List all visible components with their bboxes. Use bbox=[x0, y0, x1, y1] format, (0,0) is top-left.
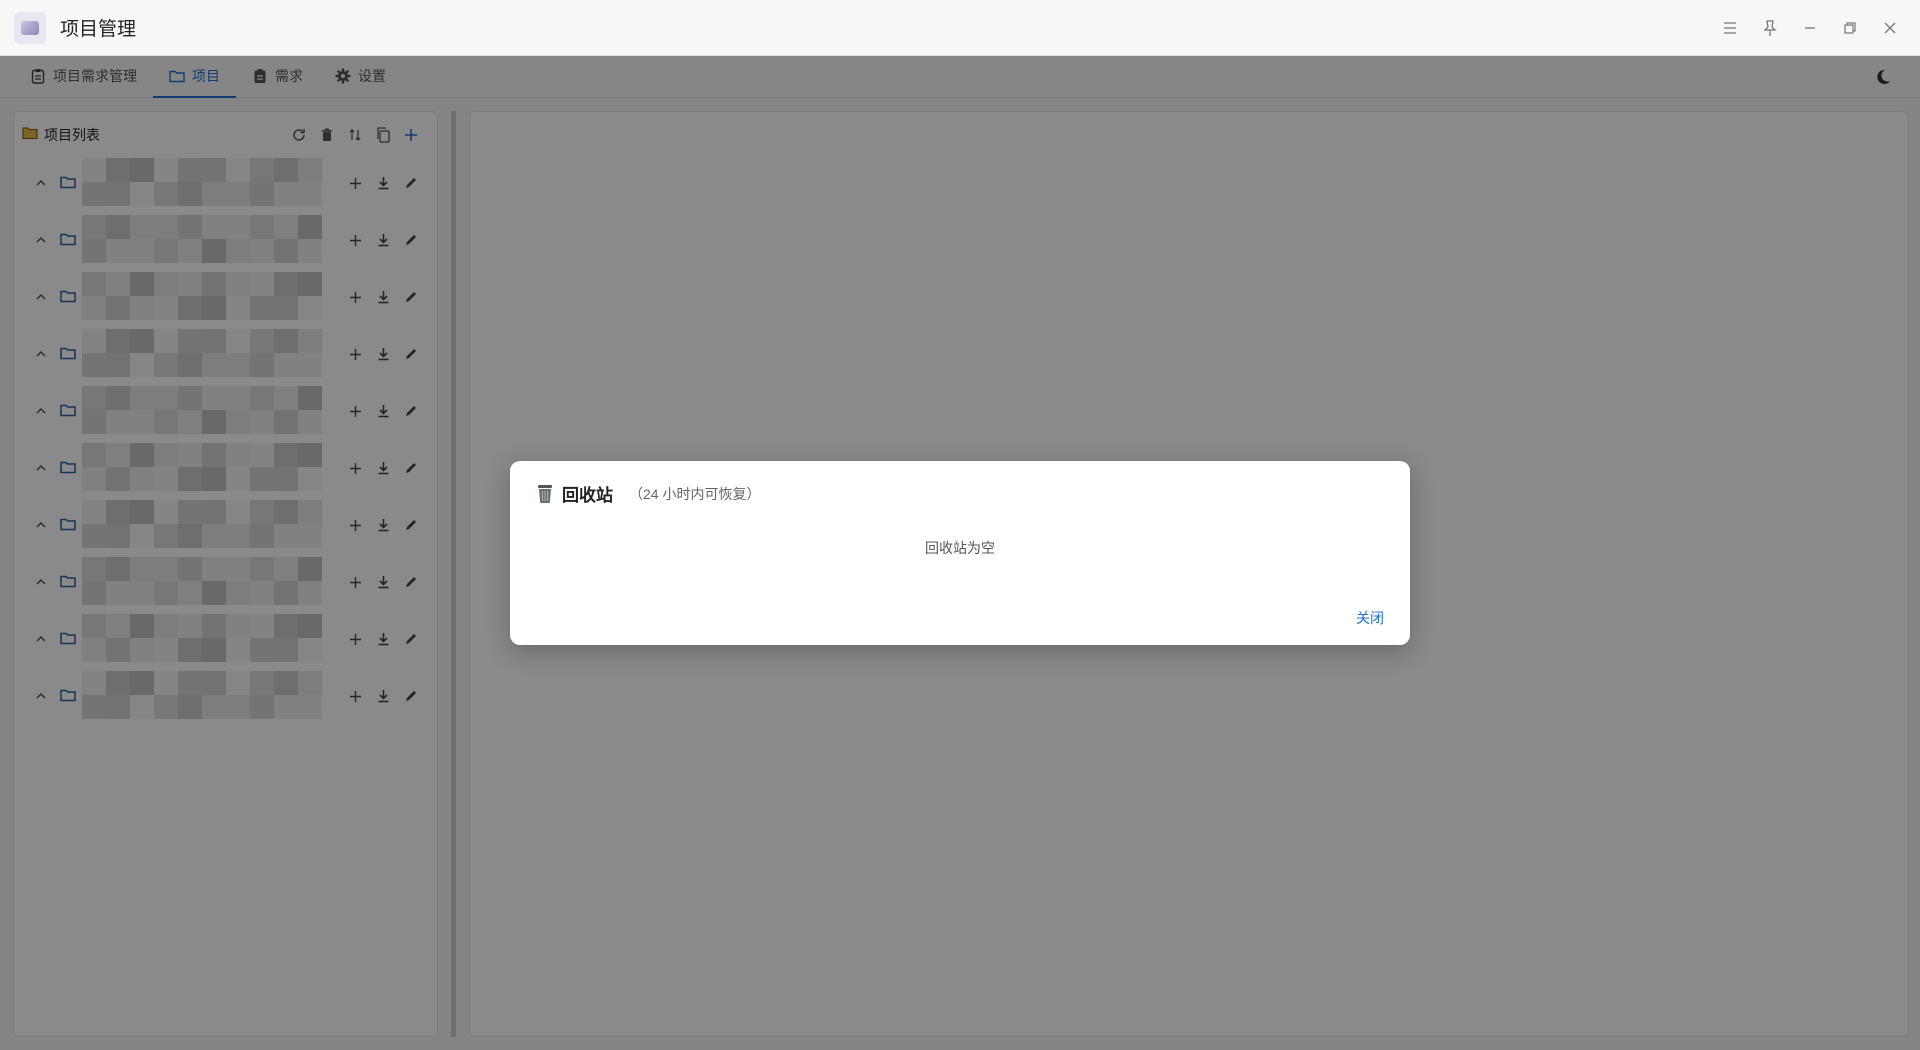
window-controls bbox=[1710, 0, 1910, 56]
restore-icon[interactable] bbox=[1830, 8, 1870, 48]
empty-state-text: 回收站为空 bbox=[925, 540, 995, 556]
wastebasket-icon bbox=[536, 484, 554, 504]
title-bar: 项目管理 bbox=[0, 0, 1920, 56]
close-icon[interactable] bbox=[1870, 8, 1910, 48]
minimize-icon[interactable] bbox=[1790, 8, 1830, 48]
menu-icon[interactable] bbox=[1710, 8, 1750, 48]
dialog-header: 回收站 （24 小时内可恢复） bbox=[536, 481, 760, 506]
dialog-subtitle: （24 小时内可恢复） bbox=[629, 485, 761, 502]
app-icon bbox=[14, 11, 46, 44]
recycle-bin-dialog: 回收站 （24 小时内可恢复） 回收站为空 关闭 bbox=[510, 461, 1410, 645]
pin-icon[interactable] bbox=[1750, 8, 1790, 48]
close-button[interactable]: 关闭 bbox=[1356, 608, 1384, 628]
window-title: 项目管理 bbox=[60, 19, 137, 40]
dialog-title: 回收站 bbox=[562, 486, 613, 505]
